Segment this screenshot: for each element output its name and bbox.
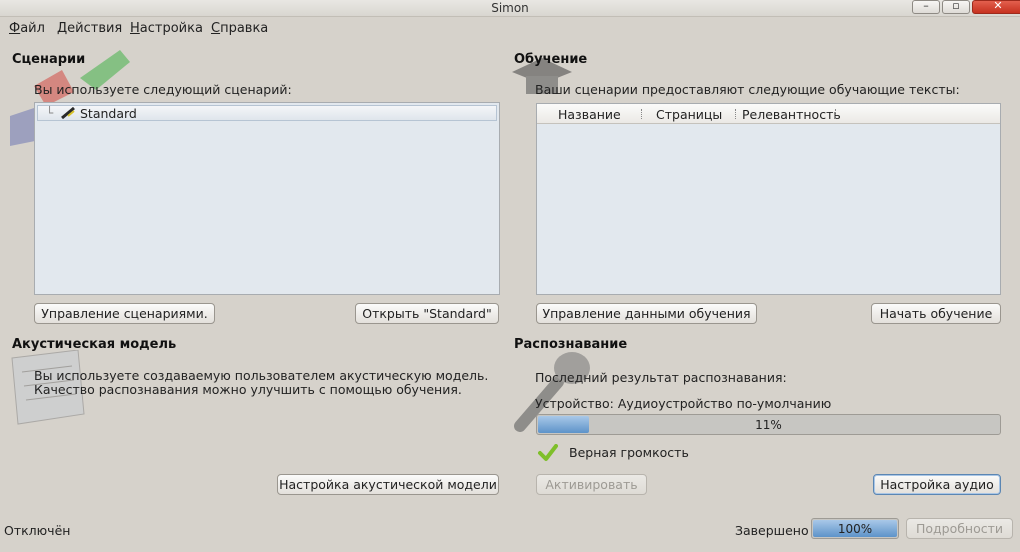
manage-training-button[interactable]: Управление данными обучения (536, 303, 757, 324)
connection-status: Отключён (4, 523, 71, 538)
training-description: Ваши сценарии предоставляют следующие об… (535, 82, 960, 97)
scenarios-description: Вы используете следующий сценарий: (34, 82, 292, 97)
training-title: Обучение (514, 52, 588, 67)
column-relevance[interactable]: Релевантность (742, 107, 841, 122)
audio-level-text: 11% (755, 418, 782, 432)
minimize-icon: – (923, 0, 929, 12)
details-button[interactable]: Подробности (906, 518, 1013, 539)
menu-help[interactable]: Справка (211, 21, 268, 36)
column-separator (735, 109, 736, 119)
acoustic-description-line1: Вы используете создаваемую пользователем… (34, 368, 489, 383)
window-title: Simon (491, 1, 529, 15)
menu-bar: Файл Действия Настройка Справка (0, 18, 1020, 40)
status-progress-bar: 100% (811, 518, 899, 539)
checkmark-icon (538, 444, 558, 461)
scenarios-title: Сценарии (12, 52, 86, 67)
column-pages[interactable]: Страницы (656, 107, 722, 122)
activate-button[interactable]: Активировать (536, 474, 647, 495)
scenario-tree[interactable]: └ Standard (34, 102, 500, 295)
maximize-button[interactable]: ▫ (942, 0, 970, 14)
column-name[interactable]: Название (558, 107, 621, 122)
title-bar[interactable]: Simon – ▫ ✕ (0, 0, 1020, 17)
training-texts-table[interactable]: Название Страницы Релевантность (536, 103, 1001, 295)
scenario-item-standard[interactable]: └ Standard (37, 105, 497, 121)
column-separator (641, 109, 642, 119)
progress-label: Завершено (735, 523, 809, 538)
maximize-icon: ▫ (952, 0, 960, 12)
menu-file[interactable]: Файл (9, 21, 45, 36)
training-table-header: Название Страницы Релевантность (537, 104, 1000, 124)
scenario-item-label: Standard (80, 106, 137, 121)
scenario-item-icon (61, 107, 75, 119)
last-result-label: Последний результат распознавания: (535, 370, 787, 385)
audio-level-bar: 11% (536, 414, 1001, 435)
manage-scenarios-button[interactable]: Управление сценариями. (34, 303, 215, 324)
audio-device-label: Устройство: Аудиоустройство по-умолчанию (535, 396, 832, 411)
acoustic-model-title: Акустическая модель (12, 337, 177, 352)
audio-settings-button[interactable]: Настройка аудио (873, 474, 1001, 495)
column-separator (835, 109, 836, 119)
acoustic-description-line2: Качество распознавания можно улучшить с … (34, 382, 462, 397)
close-icon: ✕ (993, 0, 1003, 12)
close-button[interactable]: ✕ (972, 0, 1020, 14)
minimize-button[interactable]: – (912, 0, 940, 14)
volume-status: Верная громкость (569, 445, 689, 460)
status-progress-text: 100% (837, 522, 873, 536)
menu-settings[interactable]: Настройка (130, 21, 203, 36)
tree-branch-icon: └ (46, 106, 54, 120)
start-training-button[interactable]: Начать обучение (871, 303, 1001, 324)
menu-actions[interactable]: Действия (57, 21, 122, 36)
open-scenario-button[interactable]: Открыть "Standard" (355, 303, 499, 324)
acoustic-model-settings-button[interactable]: Настройка акустической модели (277, 474, 499, 495)
recognition-title: Распознавание (514, 337, 628, 352)
